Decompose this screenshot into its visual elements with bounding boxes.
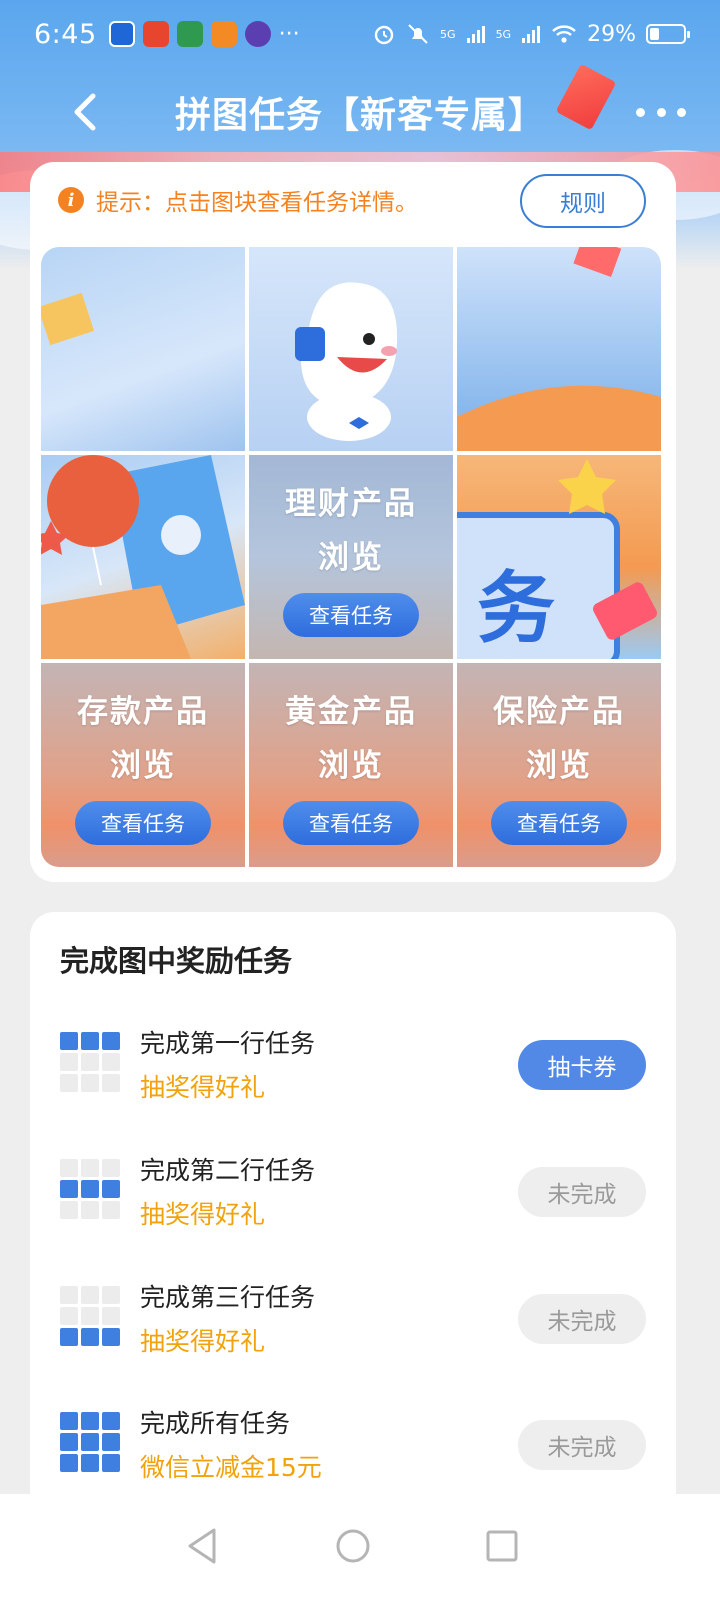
shape-illustration [457,247,661,451]
reward-section-title: 完成图中奖励任务 [60,944,293,978]
reward-task-row: 完成第二行任务 抽奖得好礼 未完成 [60,1151,646,1231]
reward-task-row: 完成所有任务 微信立减金15元 未完成 [60,1404,646,1484]
more-notifications-icon: ··· [278,21,300,47]
task-reward: 抽奖得好礼 [140,1327,266,1356]
puzzle-grid: 理财产品 浏览 查看任务 务 存款产品 浏览 查看任务 黄金产品 浏览 查看任务… [41,247,661,867]
task-card-illustration: 务 [457,459,657,659]
gift-app-icon [142,21,169,47]
incomplete-status-button[interactable]: 未完成 [518,1294,646,1344]
dot-icon [656,107,666,117]
reward-task-row: 完成第三行任务 抽奖得好礼 未完成 [60,1278,646,1358]
all-tasks-grid-icon [60,1412,120,1472]
balloon-illustration [41,455,245,659]
task-reward: 抽奖得好礼 [140,1073,266,1102]
tile-title-line2: 浏览 [110,748,176,784]
status-bar: 6:45 ··· 5G 5G 29% [0,0,720,68]
alarm-icon [374,25,394,45]
reward-task-row: 完成第一行任务 抽奖得好礼 抽卡券 [60,1024,646,1104]
draw-coupon-button[interactable]: 抽卡券 [518,1040,646,1090]
triangle-back-icon [188,1528,216,1564]
incomplete-status-button[interactable]: 未完成 [518,1167,646,1217]
puzzle-tile-task[interactable]: 存款产品浏览 查看任务 [41,663,245,867]
reward-tasks-card: 完成图中奖励任务 完成第一行任务 抽奖得好礼 抽卡券 完成第二行任务 抽奖得好礼… [30,912,676,1512]
system-navigation-bar [0,1494,720,1600]
incomplete-status-button[interactable]: 未完成 [518,1420,646,1470]
system-home-button[interactable] [325,1518,381,1574]
page-title: 拼图任务【新客专属】 [174,95,545,136]
square-recents-icon [486,1530,518,1562]
puzzle-card: i 提示：点击图块查看任务详情。 规则 理财产品 浏览 查看任务 务 存款产品 … [30,162,676,882]
puzzle-tile-image [41,455,245,659]
battery-percent: 29% [587,21,636,47]
tile-title-line1: 保险产品 [493,694,625,730]
signal-b-icon [522,26,541,43]
notification-icons: ··· [108,21,300,47]
puzzle-tile-task[interactable]: 理财产品浏览 查看任务 [249,455,453,659]
task-name: 完成第一行任务 [140,1029,316,1058]
mascot-illustration [295,282,398,441]
mute-icon [408,24,428,44]
puzzle-tile-image [457,247,661,451]
controller-app-icon [210,21,237,47]
info-icon: i [58,187,84,213]
tile-title-line1: 黄金产品 [285,694,417,730]
tip-row: i 提示：点击图块查看任务详情。 规则 [58,174,646,228]
rules-button[interactable]: 规则 [520,174,646,228]
row-one-grid-icon [60,1032,120,1092]
dot-icon [677,107,686,117]
tile-title-line1: 理财产品 [285,486,417,522]
svg-text:务: 务 [477,564,555,654]
dot-icon [636,107,645,117]
envelope-illustration [41,293,95,346]
status-time: 6:45 [34,18,97,50]
view-task-button[interactable]: 查看任务 [491,801,627,845]
tile-title-line2: 浏览 [318,748,384,784]
view-task-button[interactable]: 查看任务 [283,801,419,845]
signal-b-label: 5G [495,27,512,41]
task-reward: 抽奖得好礼 [140,1200,266,1229]
signal-a-label: 5G [440,27,456,41]
puzzle-tile-task[interactable]: 保险产品浏览 查看任务 [457,663,661,867]
view-task-button[interactable]: 查看任务 [283,593,419,637]
task-name: 完成第二行任务 [140,1156,316,1185]
game-app-icon [176,21,203,47]
puzzle-tile-image [249,247,453,451]
puzzle-tile-image: 务 [457,455,661,659]
row-three-grid-icon [60,1286,120,1346]
puzzle-tile-task[interactable]: 黄金产品浏览 查看任务 [249,663,453,867]
castle-app-icon [244,21,271,47]
tile-title-line2: 浏览 [526,748,592,784]
wifi-icon [552,25,576,43]
status-indicators: 5G 5G 29% [372,21,690,47]
battery-icon [646,24,690,44]
view-task-button[interactable]: 查看任务 [75,801,211,845]
tile-title-line2: 浏览 [318,540,384,576]
task-name: 完成第三行任务 [140,1283,316,1312]
tile-title-line1: 存款产品 [77,694,209,730]
task-name: 完成所有任务 [140,1409,291,1438]
signal-a-icon [466,26,485,43]
circle-home-icon [336,1529,370,1563]
tip-text: 提示：点击图块查看任务详情。 [96,190,418,216]
task-reward: 微信立减金15元 [140,1453,322,1482]
row-two-grid-icon [60,1159,120,1219]
more-options-button[interactable] [636,94,686,130]
puzzle-tile-image [41,247,245,451]
system-back-button[interactable] [174,1518,230,1574]
shield-app-icon [108,21,135,47]
system-recents-button[interactable] [474,1518,530,1574]
